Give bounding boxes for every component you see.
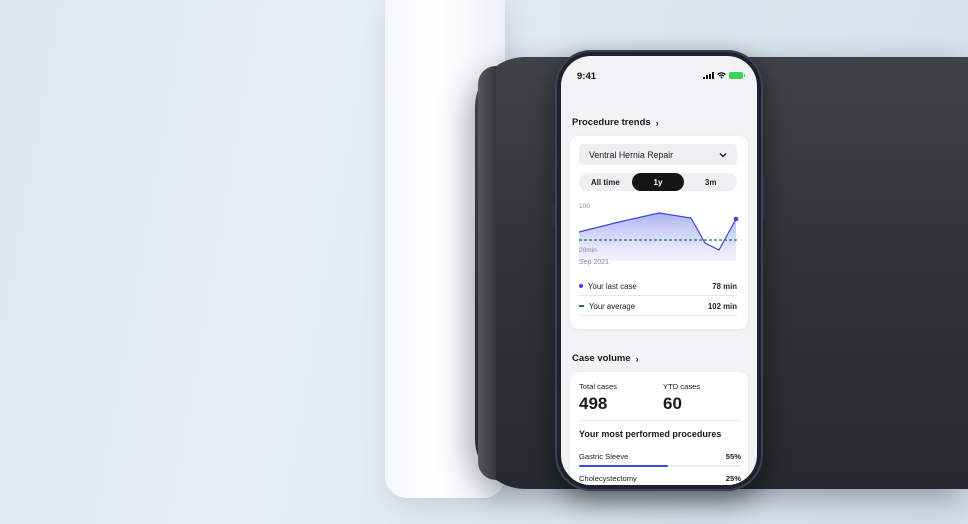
total-cases-label: Total cases bbox=[579, 382, 617, 391]
case-volume-card: Total cases 498 YTD cases 60 Your most p… bbox=[570, 372, 748, 485]
procedure-percent: 25% bbox=[725, 474, 741, 483]
phone-frame: 9:41 Procedure trends › Ventral Hernia R… bbox=[552, 50, 766, 491]
phone-screen: 9:41 Procedure trends › Ventral Hernia R… bbox=[561, 56, 757, 485]
procedure-select-value: Ventral Hernia Repair bbox=[589, 149, 674, 160]
procedure-percent: 55% bbox=[725, 452, 741, 461]
case-volume-title: Case volume bbox=[572, 353, 631, 364]
status-bar: 9:41 bbox=[561, 56, 757, 90]
x-axis-start-label: Sep 2021 bbox=[579, 259, 609, 266]
range-tab-1y[interactable]: 1y bbox=[631, 173, 685, 191]
most-performed-title: Your most performed procedures bbox=[579, 429, 722, 439]
procedure-name: Gastric Sleeve bbox=[579, 452, 629, 461]
procedure-trends-header[interactable]: Procedure trends › bbox=[572, 117, 659, 128]
procedure-trend-chart: 100 bbox=[579, 199, 739, 261]
case-volume-header[interactable]: Case volume › bbox=[572, 353, 639, 364]
procedure-row-cholecystectomy[interactable]: Cholecystectomy 25% bbox=[579, 474, 741, 483]
phone-volume-down-button bbox=[552, 202, 555, 228]
status-icons bbox=[703, 72, 745, 79]
last-case-dot-icon bbox=[579, 284, 583, 288]
range-segmented-control: All time 1y 3m bbox=[579, 173, 737, 191]
status-time: 9:41 bbox=[577, 71, 597, 82]
chevron-down-icon bbox=[719, 152, 727, 157]
procedure-trends-title: Procedure trends bbox=[572, 117, 651, 128]
procedure-row-gastric-sleeve[interactable]: Gastric Sleeve 55% bbox=[579, 452, 741, 461]
ytd-cases-value: 60 bbox=[663, 394, 682, 413]
legend-average: Your average 102 min bbox=[579, 297, 737, 316]
total-cases-value: 498 bbox=[579, 394, 608, 413]
wifi-icon bbox=[717, 72, 726, 79]
divider bbox=[579, 420, 741, 421]
legend-average-label: Your average bbox=[589, 301, 636, 311]
legend-last-case-value: 78 min bbox=[712, 281, 737, 291]
chevron-right-icon: › bbox=[635, 353, 639, 364]
procedure-trends-card: Ventral Hernia Repair All time 1y 3m 100 bbox=[570, 136, 748, 329]
range-tab-3m[interactable]: 3m bbox=[684, 173, 737, 191]
legend-last-case: Your last case 78 min bbox=[579, 277, 737, 296]
phone-power-button bbox=[763, 178, 766, 218]
trend-chart-svg bbox=[579, 212, 739, 261]
procedure-name: Cholecystectomy bbox=[579, 474, 637, 483]
legend-average-value: 102 min bbox=[707, 301, 737, 311]
range-tab-all-time[interactable]: All time bbox=[579, 173, 632, 191]
phone-action-button bbox=[552, 138, 555, 150]
phone-volume-up-button bbox=[552, 168, 555, 194]
procedure-select[interactable]: Ventral Hernia Repair bbox=[579, 144, 737, 165]
procedure-bar-track bbox=[579, 465, 741, 467]
last-case-point bbox=[733, 216, 739, 222]
procedure-bar-fill bbox=[579, 465, 669, 467]
ytd-cases-label: YTD cases bbox=[663, 382, 701, 391]
series-area bbox=[579, 213, 736, 261]
y-axis-bottom-label: 20min bbox=[579, 247, 597, 254]
legend-last-case-label: Your last case bbox=[588, 281, 637, 291]
battery-icon bbox=[729, 72, 745, 79]
signal-icon bbox=[703, 72, 714, 79]
chevron-right-icon: › bbox=[655, 117, 659, 128]
average-dash-icon bbox=[579, 305, 584, 307]
background-device-edge bbox=[478, 66, 496, 480]
